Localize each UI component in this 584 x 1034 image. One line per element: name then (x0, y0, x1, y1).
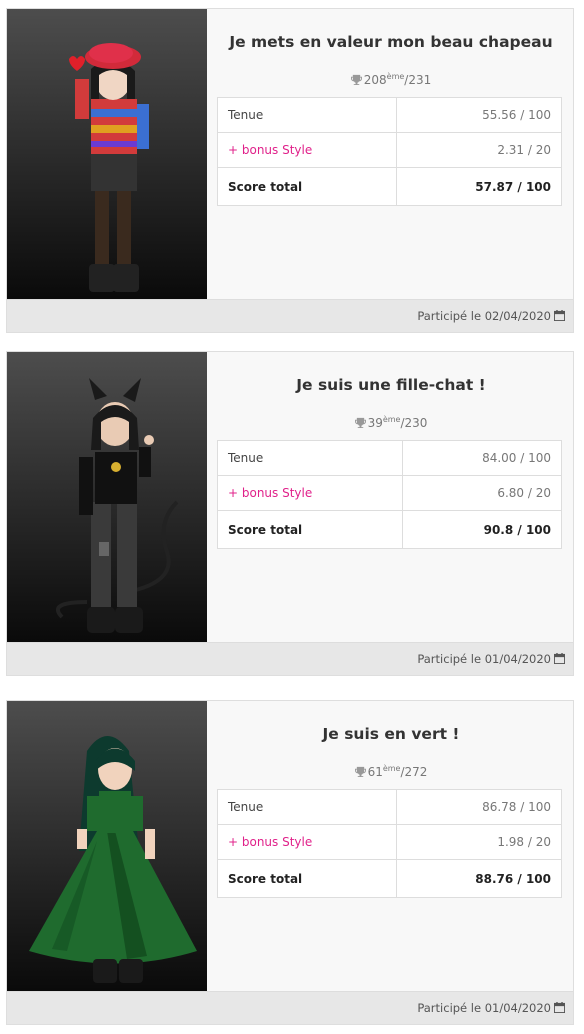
rank-label: 39ème/230 (217, 415, 565, 430)
score-value: 88.76 / 100 (396, 859, 562, 898)
calendar-icon (554, 310, 565, 321)
score-value: 84.00 / 100 (402, 440, 562, 476)
score-value: 57.87 / 100 (396, 167, 562, 206)
score-row-bonus: + bonus Style 1.98 / 20 (216, 824, 562, 860)
rank-number: 208 (363, 73, 387, 87)
contest-title[interactable]: Je suis en vert ! (217, 725, 565, 743)
avatar-image[interactable] (7, 701, 207, 991)
participation-date: Participé le 02/04/2020 (417, 309, 551, 323)
score-row-total: Score total 57.87 / 100 (216, 167, 562, 206)
score-label: Score total (216, 859, 398, 898)
rank-label: 61ème/272 (217, 764, 565, 779)
rank-suffix: ème (382, 415, 401, 424)
score-value: 90.8 / 100 (402, 510, 562, 549)
participation-date: Participé le 01/04/2020 (417, 1001, 551, 1015)
rank-number: 61 (367, 765, 383, 779)
score-row-bonus: + bonus Style 2.31 / 20 (216, 132, 562, 168)
avatar-image[interactable] (7, 9, 207, 299)
rank-total: /231 (404, 73, 432, 87)
avatar-image[interactable] (7, 352, 207, 642)
rank-total: /230 (400, 416, 428, 430)
score-label: + bonus Style (216, 824, 398, 860)
rank-total: /272 (400, 765, 428, 779)
trophy-icon (354, 766, 366, 777)
rank-number: 39 (367, 416, 383, 430)
trophy-icon (350, 74, 362, 85)
score-row-bonus: + bonus Style 6.80 / 20 (216, 475, 562, 511)
score-label: Tenue (216, 789, 398, 825)
score-value: 1.98 / 20 (396, 824, 562, 860)
score-row-total: Score total 90.8 / 100 (216, 510, 562, 549)
score-label: + bonus Style (216, 132, 398, 168)
score-value: 55.56 / 100 (396, 97, 562, 133)
score-value: 6.80 / 20 (402, 475, 562, 511)
calendar-icon (554, 1002, 565, 1013)
contest-card: Je suis une fille-chat ! 39ème/230 Tenue… (6, 351, 574, 676)
contest-card: Je suis en vert ! 61ème/272 Tenue 86.78 … (6, 700, 574, 1025)
rank-suffix: ème (386, 72, 405, 81)
rank-suffix: ème (382, 764, 401, 773)
score-row-total: Score total 88.76 / 100 (216, 859, 562, 898)
score-row-outfit: Tenue 84.00 / 100 (216, 440, 562, 476)
rank-label: 208ème/231 (217, 72, 565, 87)
score-row-outfit: Tenue 55.56 / 100 (216, 97, 562, 133)
card-footer: Participé le 02/04/2020 (7, 299, 573, 332)
score-label: + bonus Style (216, 475, 404, 511)
score-label: Tenue (216, 440, 404, 476)
score-value: 2.31 / 20 (396, 132, 562, 168)
contest-card: Je mets en valeur mon beau chapeau 208èm… (6, 8, 574, 333)
score-table: Tenue 84.00 / 100 + bonus Style 6.80 / 2… (216, 440, 562, 549)
score-table: Tenue 55.56 / 100 + bonus Style 2.31 / 2… (216, 97, 562, 206)
score-label: Score total (216, 167, 398, 206)
participation-date: Participé le 01/04/2020 (417, 652, 551, 666)
score-label: Tenue (216, 97, 398, 133)
score-table: Tenue 86.78 / 100 + bonus Style 1.98 / 2… (216, 789, 562, 898)
score-row-outfit: Tenue 86.78 / 100 (216, 789, 562, 825)
card-footer: Participé le 01/04/2020 (7, 642, 573, 675)
score-value: 86.78 / 100 (396, 789, 562, 825)
calendar-icon (554, 653, 565, 664)
contest-title[interactable]: Je suis une fille-chat ! (217, 376, 565, 394)
score-label: Score total (216, 510, 404, 549)
trophy-icon (354, 417, 366, 428)
card-footer: Participé le 01/04/2020 (7, 991, 573, 1024)
contest-title[interactable]: Je mets en valeur mon beau chapeau (217, 33, 565, 51)
